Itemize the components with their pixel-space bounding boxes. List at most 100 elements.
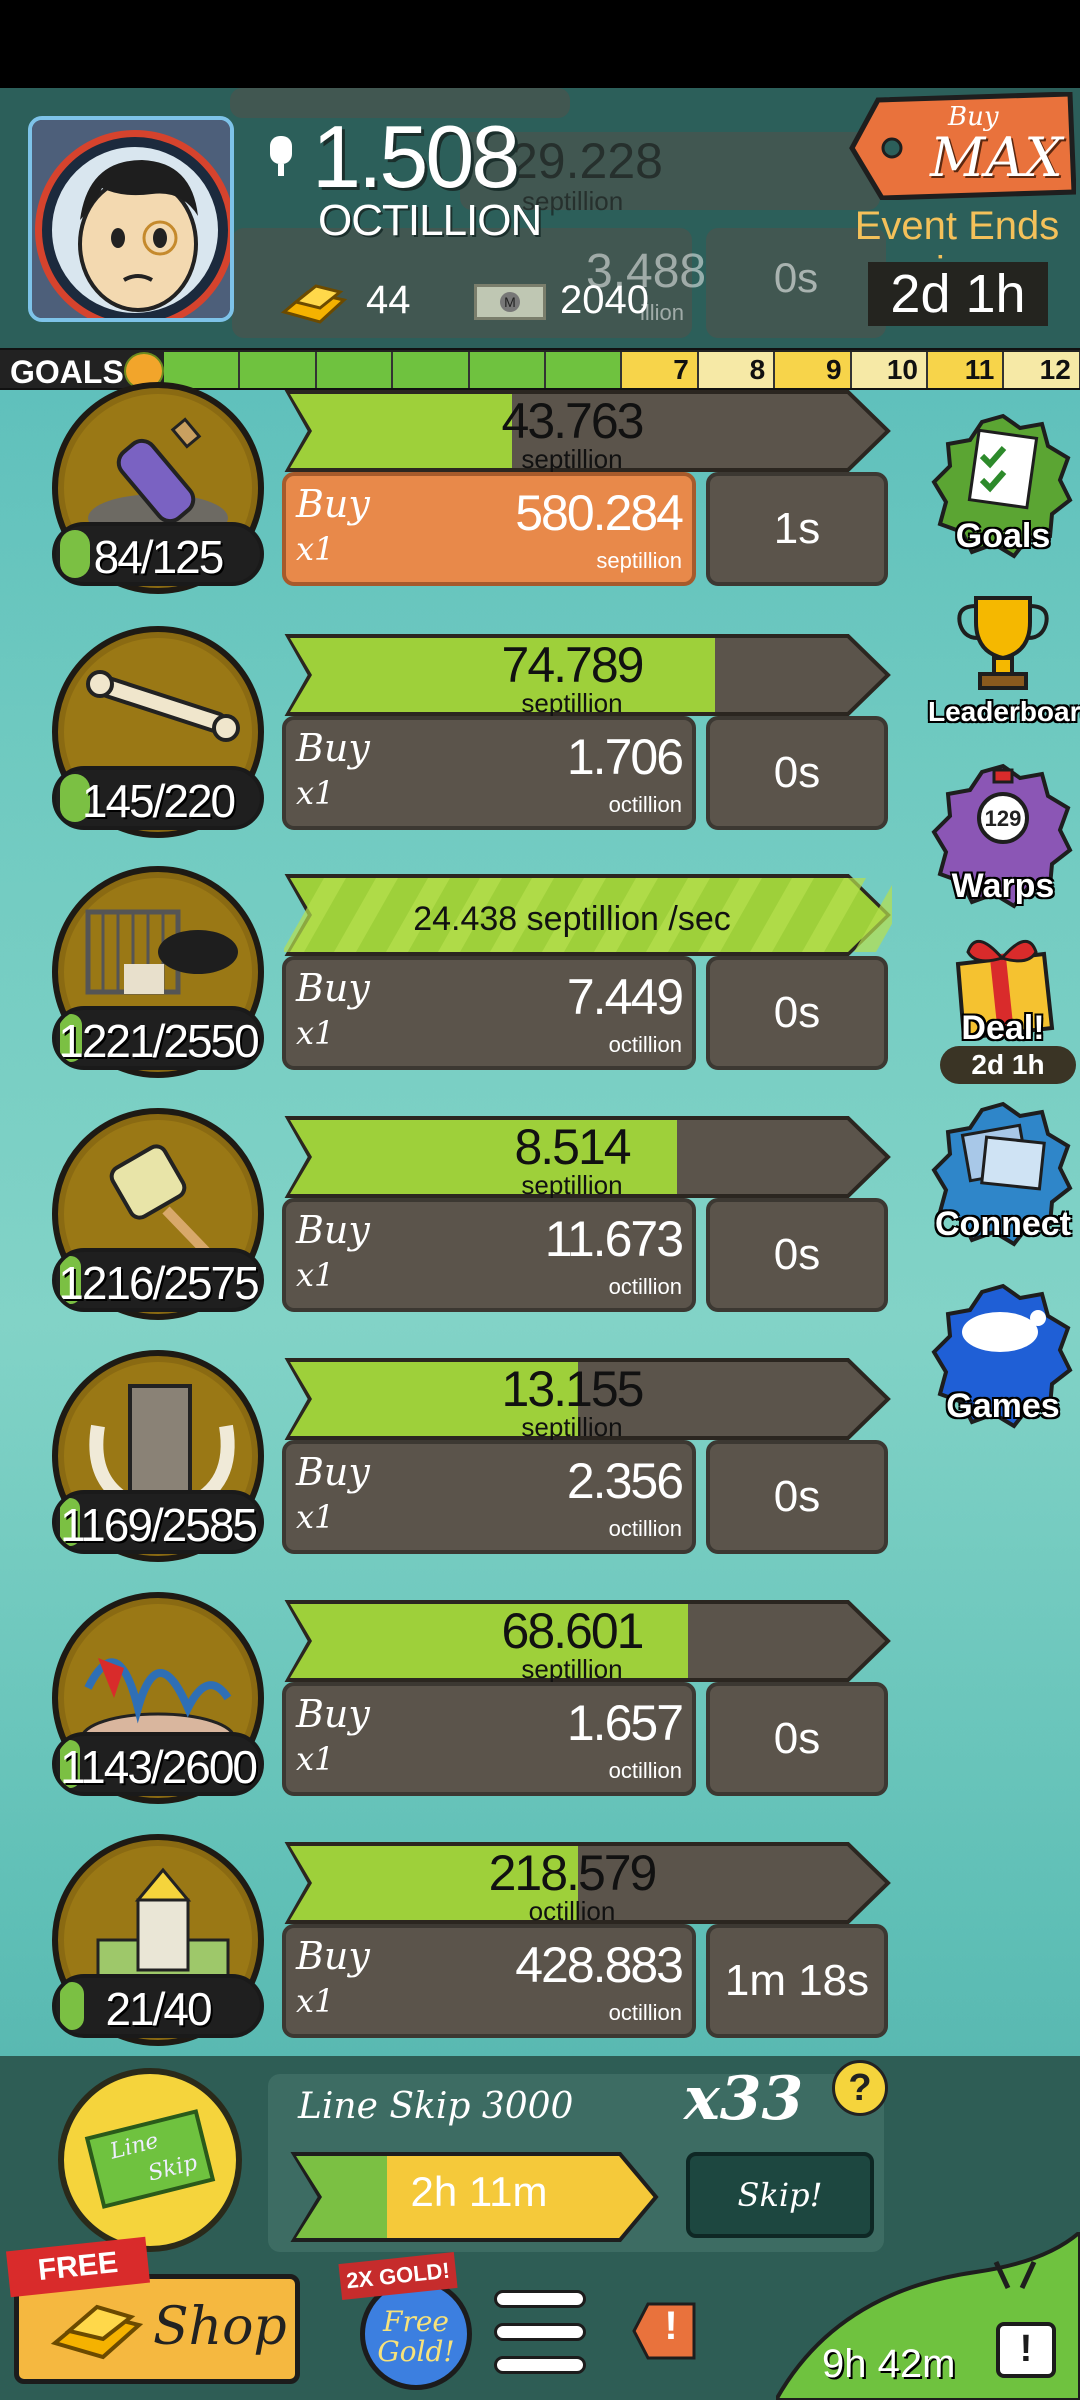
games-button[interactable]: Games (928, 1282, 1078, 1432)
buy-max-label: MAX (930, 126, 1063, 189)
buy-multiplier: x1 (296, 1256, 335, 1294)
leaderboard-label: Leaderboard (928, 696, 1080, 727)
line-skip-multiplier: x33 (684, 2064, 804, 2134)
line-skip-time: 2h 11m (410, 2168, 548, 2215)
menu-line (494, 2356, 586, 2374)
warps-count: 129 (984, 806, 1022, 831)
buy-cost: 11.673 (544, 1211, 684, 1267)
status-bar (0, 0, 1080, 88)
goal-cell-completed (393, 352, 470, 388)
goals-label: GOALS (10, 354, 124, 390)
buy-label: Buy (296, 966, 370, 1010)
buy-multiplier: x1 (296, 530, 335, 568)
connect-button[interactable]: Connect (928, 1100, 1078, 1250)
menu-line (494, 2290, 586, 2308)
buy-cost-unit: octillion (608, 792, 682, 817)
line-skip-coin[interactable]: Line Skip (58, 2068, 242, 2252)
owned-count: 84/125 (93, 531, 225, 583)
alert-button[interactable]: ! (632, 2300, 698, 2362)
cycle-timer[interactable]: 0s (706, 716, 888, 830)
goal-cell: 7 (622, 352, 699, 388)
buy-max-button[interactable]: Buy MAX (848, 91, 1077, 201)
revenue-value: 43.763 (501, 393, 645, 449)
buy-cost: 2.356 (566, 1453, 684, 1509)
cycle-timer[interactable]: 0s (706, 1198, 888, 1312)
buy-cost-unit: octillion (608, 1516, 682, 1541)
goal-cell-completed (316, 352, 394, 388)
warps-button[interactable]: 129 Warps (928, 762, 1078, 912)
buy-cost: 7.449 (566, 969, 684, 1025)
revenue-value: 13.155 (501, 1361, 645, 1417)
money-value: 1.508 (312, 107, 520, 206)
revenue-unit: septillion (521, 1654, 623, 1684)
revenue-label: 74.789 septillion (284, 636, 860, 716)
revenue-value: 8.514 (514, 1119, 631, 1175)
event-timer[interactable]: 2d 1h (868, 262, 1048, 326)
cycle-timer[interactable]: 0s (706, 1682, 888, 1796)
line-skip-help-button[interactable]: ? (832, 2060, 888, 2116)
cycle-timer[interactable]: 0s (706, 956, 888, 1070)
cycle-timer[interactable]: 0s (706, 1440, 888, 1554)
owned-count-bar: 1221/2550 (52, 1006, 264, 1070)
buy-multiplier: x1 (296, 1014, 335, 1052)
buy-button[interactable]: Buy x1 1.706 octillion (282, 716, 696, 830)
skip-button[interactable]: Skip! (686, 2152, 874, 2238)
line-skip-title: Line Skip 3000 (298, 2086, 574, 2127)
owned-count: 1216/2575 (58, 1257, 259, 1309)
owned-count-bar: 21/40 (52, 1974, 264, 2038)
megabucks-icon: M (474, 284, 546, 320)
owned-count-bar: 1169/2585 (52, 1490, 264, 1554)
owned-count-bar: 1143/2600 (52, 1732, 264, 1796)
buy-label: Buy (296, 482, 370, 526)
revenue-unit: octillion (528, 1896, 616, 1926)
goal-cell: 10 (851, 352, 928, 388)
buy-cost: 1.706 (566, 729, 684, 785)
connect-label: Connect (935, 1205, 1071, 1243)
tv-alert-icon[interactable]: ! (996, 2322, 1056, 2378)
buy-cost-unit: octillion (608, 1032, 682, 1057)
megabucks-count: 2040 (560, 278, 649, 322)
buy-label: Buy (296, 1934, 370, 1978)
owned-count-bar: 1216/2575 (52, 1248, 264, 1312)
revenue-rate: 24.438 septillion /sec (413, 900, 731, 938)
buy-cost-unit: septillion (596, 548, 682, 573)
buy-cost-unit: octillion (608, 1274, 682, 1299)
buy-multiplier: x1 (296, 1982, 335, 2020)
buy-button[interactable]: Buy x1 7.449 octillion (282, 956, 696, 1070)
revenue-label: 13.155 septillion (284, 1360, 860, 1440)
owned-count: 1169/2585 (59, 1499, 258, 1551)
leaderboard-button[interactable]: Leaderboard (928, 584, 1080, 734)
buy-cost-unit: octillion (608, 1758, 682, 1783)
buy-label: Buy (296, 1208, 370, 1252)
owned-count: 1143/2600 (59, 1741, 258, 1793)
avatar[interactable] (28, 116, 234, 322)
goals-side-button[interactable]: Goals (928, 412, 1078, 562)
buy-cost: 580.284 (515, 485, 684, 541)
shop-label: Shop (153, 2297, 287, 2357)
buy-button[interactable]: Buy x1 11.673 octillion (282, 1198, 696, 1312)
buy-cost: 1.657 (566, 1695, 684, 1751)
cycle-timer[interactable]: 1m 18s (706, 1924, 888, 2038)
buy-label: Buy (296, 726, 370, 770)
alert-label: ! (664, 2304, 678, 2348)
revenue-unit: septillion (521, 1412, 623, 1442)
warps-label: Warps (951, 867, 1055, 905)
buy-multiplier: x1 (296, 1740, 335, 1778)
free-gold-label-2: Gold! (377, 2335, 455, 2368)
header: 29.228 septillion 3.488 illion 0s 1.508 … (0, 88, 1080, 348)
tv-ad-timer: 9h 42m (822, 2342, 956, 2386)
buy-button[interactable]: Buy x1 2.356 octillion (282, 1440, 696, 1554)
menu-button[interactable] (494, 2290, 586, 2376)
money-icon (270, 136, 292, 176)
revenue-label: 68.601 septillion (284, 1602, 860, 1682)
cycle-timer[interactable]: 1s (706, 472, 888, 586)
buy-button[interactable]: Buy x1 580.284 septillion (282, 472, 696, 586)
buy-button[interactable]: Buy x1 428.883 octillion (282, 1924, 696, 2038)
goals-side-label: Goals (955, 517, 1051, 555)
buy-button[interactable]: Buy x1 1.657 octillion (282, 1682, 696, 1796)
goal-cell: 12 (1004, 352, 1080, 388)
gold-bar-icon (50, 2304, 144, 2360)
revenue-unit: septillion (521, 1170, 623, 1200)
line-skip-ticket-icon (84, 2109, 216, 2209)
goal-cell: 8 (698, 352, 776, 388)
